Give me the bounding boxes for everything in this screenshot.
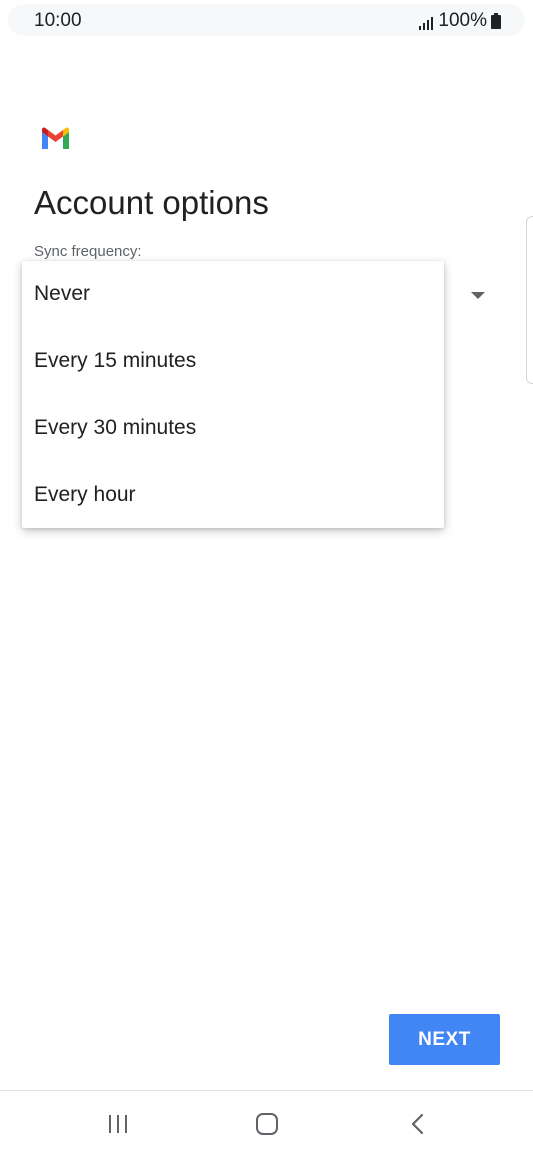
sync-frequency-label: Sync frequency: [34, 243, 142, 260]
edge-panel-handle[interactable] [526, 216, 533, 384]
sync-option-never[interactable]: Never [22, 261, 444, 328]
status-indicators: 100% [418, 10, 501, 32]
recent-apps-icon[interactable] [78, 1091, 158, 1156]
battery-percent: 100% [438, 10, 487, 31]
next-button[interactable]: NEXT [389, 1014, 500, 1065]
status-bar: 10:00 100% [0, 0, 533, 44]
home-icon[interactable] [227, 1091, 307, 1156]
page-title: Account options [34, 184, 269, 221]
gmail-logo-icon [40, 126, 71, 149]
dropdown-arrow-icon[interactable] [470, 288, 486, 299]
sync-option-every-30-minutes[interactable]: Every 30 minutes [22, 395, 444, 462]
battery-icon [491, 13, 501, 29]
sync-option-every-15-minutes[interactable]: Every 15 minutes [22, 328, 444, 395]
sync-frequency-dropdown: Never Every 15 minutes Every 30 minutes … [22, 261, 444, 528]
navigation-bar [0, 1091, 533, 1156]
back-chevron-icon[interactable] [377, 1091, 457, 1156]
sync-option-every-hour[interactable]: Every hour [22, 461, 444, 528]
signal-bars-icon [418, 14, 434, 30]
status-time: 10:00 [34, 10, 82, 31]
